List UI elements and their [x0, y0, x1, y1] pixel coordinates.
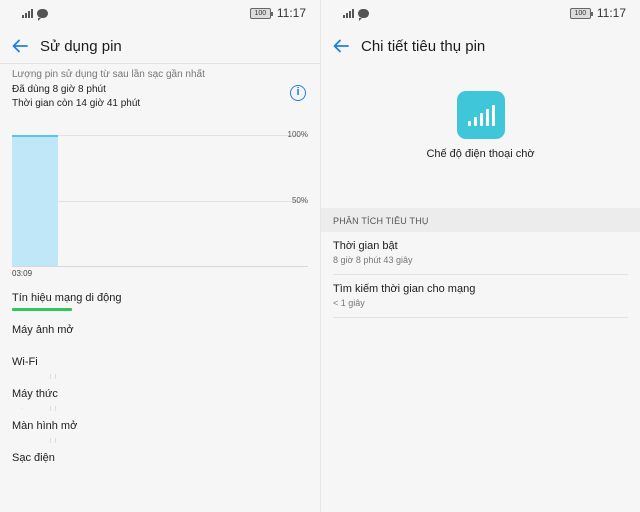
list-item-label: Máy thức	[12, 388, 58, 400]
list-item-wifi[interactable]: Wi-Fi | |	[12, 352, 308, 384]
remaining-time: Thời gian còn 14 giờ 41 phút	[12, 98, 141, 109]
detail-row-on-time: Thời gian bật 8 giờ 8 phút 43 giây	[333, 232, 628, 275]
list-item-label: Tín hiệu mạng di động	[12, 292, 122, 304]
app-bar: Chi tiết tiêu thụ pin	[321, 28, 640, 64]
phone-standby-app-icon	[457, 91, 505, 139]
list-item-charging[interactable]: Sạc điện	[12, 448, 308, 480]
battery-icon: 100	[569, 7, 593, 19]
list-item-label: Sạc điện	[12, 452, 55, 464]
usage-marks: · | |	[21, 406, 57, 412]
list-item-mobile-signal[interactable]: Tín hiệu mạng di động	[12, 288, 308, 320]
consumption-detail-screen: 100 11:17 Chi tiết tiêu thụ pin Chế độ đ…	[320, 0, 640, 512]
detail-title: Thời gian bật	[333, 240, 398, 252]
message-icon	[358, 9, 369, 21]
message-icon	[37, 9, 48, 21]
info-icon[interactable]: i	[290, 85, 306, 101]
y-tick-50: 50%	[291, 196, 308, 205]
used-time: Đã dùng 8 giờ 8 phút	[12, 84, 106, 95]
signal-bars-icon	[467, 104, 495, 126]
battery-icon: 100	[249, 7, 273, 19]
app-bar-divider	[0, 63, 320, 64]
x-tick-start: 03:09	[12, 269, 33, 278]
back-arrow-icon[interactable]	[10, 36, 30, 56]
detail-value: < 1 giây	[333, 298, 365, 308]
back-arrow-icon[interactable]	[331, 36, 351, 56]
page-title: Sử dụng pin	[40, 37, 122, 55]
status-bar: 100 11:17	[0, 0, 320, 28]
status-time: 11:17	[276, 6, 306, 20]
app-name: Chế độ điện thoại chờ	[426, 148, 535, 160]
summary-label: Lượng pin sử dụng từ sau lần sạc gần nhấ…	[12, 69, 205, 80]
status-bar: 100 11:17	[321, 0, 640, 28]
chart-baseline	[12, 266, 308, 267]
app-bar: Sử dụng pin	[0, 28, 320, 64]
section-header: PHÂN TÍCH TIÊU THỤ	[321, 208, 640, 232]
detail-title: Tìm kiếm thời gian cho mạng	[333, 283, 476, 295]
usage-summary: Lượng pin sử dụng từ sau lần sạc gần nhấ…	[12, 69, 308, 109]
signal-icon	[343, 8, 354, 18]
y-tick-100: 100%	[287, 130, 308, 139]
list-item-awake[interactable]: Máy thức · | |	[12, 384, 308, 416]
battery-chart: 100% 50%	[12, 128, 308, 266]
detail-value: 8 giờ 8 phút 43 giây	[333, 255, 413, 265]
usage-bar	[12, 135, 58, 266]
usage-indicator-bar	[12, 308, 72, 311]
detail-row-network-search: Tìm kiếm thời gian cho mạng < 1 giây	[333, 275, 628, 318]
list-item-camera[interactable]: Máy ảnh mở	[12, 320, 308, 352]
usage-marks: | |	[50, 374, 57, 380]
list-item-screen-on[interactable]: Màn hình mở | |	[12, 416, 308, 448]
page-title: Chi tiết tiêu thụ pin	[361, 37, 486, 55]
list-item-label: Màn hình mở	[12, 420, 78, 432]
list-item-label: Wi-Fi	[12, 356, 38, 368]
battery-usage-screen: 100 11:17 Sử dụng pin Lượng pin sử dụng …	[0, 0, 320, 512]
status-time: 11:17	[596, 6, 626, 20]
list-item-label: Máy ảnh mở	[12, 324, 74, 336]
signal-icon	[22, 8, 33, 18]
usage-marks: | |	[50, 438, 57, 444]
usage-list: Tín hiệu mạng di động Máy ảnh mở Wi-Fi |…	[12, 288, 308, 480]
